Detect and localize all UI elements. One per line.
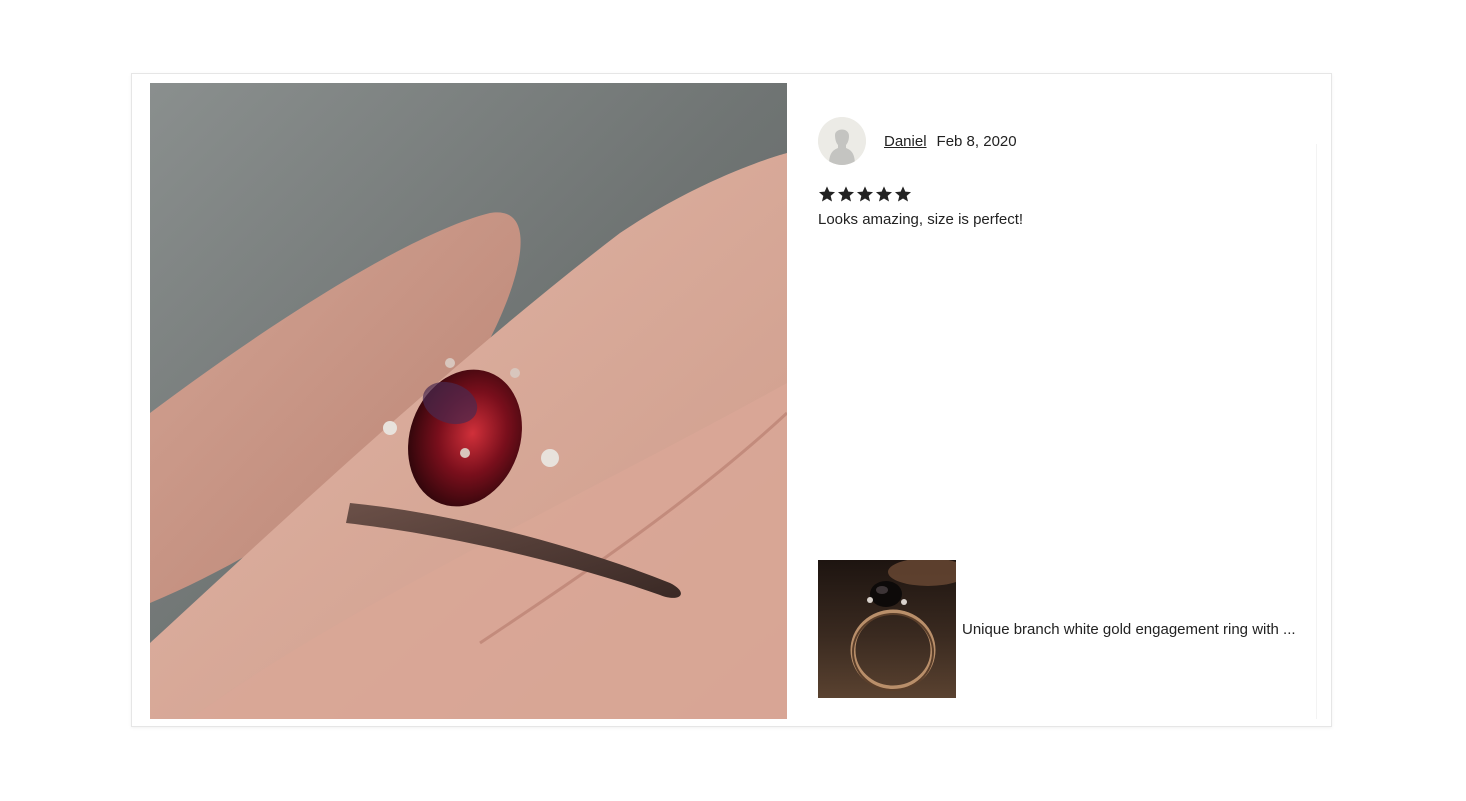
divider [1316, 144, 1317, 719]
star-icon [894, 186, 912, 202]
star-icon [837, 186, 855, 202]
item-title[interactable]: Unique branch white gold engagement ring… [962, 621, 1296, 638]
reviewer-row: Daniel Feb 8, 2020 [818, 117, 1318, 165]
review-modal: Daniel Feb 8, 2020 Looks amazing, size i… [131, 73, 1332, 727]
review-text: Looks amazing, size is perfect! [818, 211, 1024, 228]
star-icon [856, 186, 874, 202]
star-icon [875, 186, 893, 202]
star-rating [818, 185, 1318, 207]
reviewer-name-link[interactable]: Daniel [884, 133, 927, 150]
review-date: Feb 8, 2020 [936, 132, 1017, 150]
review-photo [150, 83, 787, 719]
default-user-avatar-icon [818, 117, 866, 165]
review-details: Daniel Feb 8, 2020 Looks amazing, size i… [818, 117, 1318, 698]
star-icon [818, 186, 836, 202]
purchased-item-link[interactable]: Unique branch white gold engagement ring… [818, 560, 1296, 698]
item-thumbnail[interactable] [818, 560, 956, 698]
